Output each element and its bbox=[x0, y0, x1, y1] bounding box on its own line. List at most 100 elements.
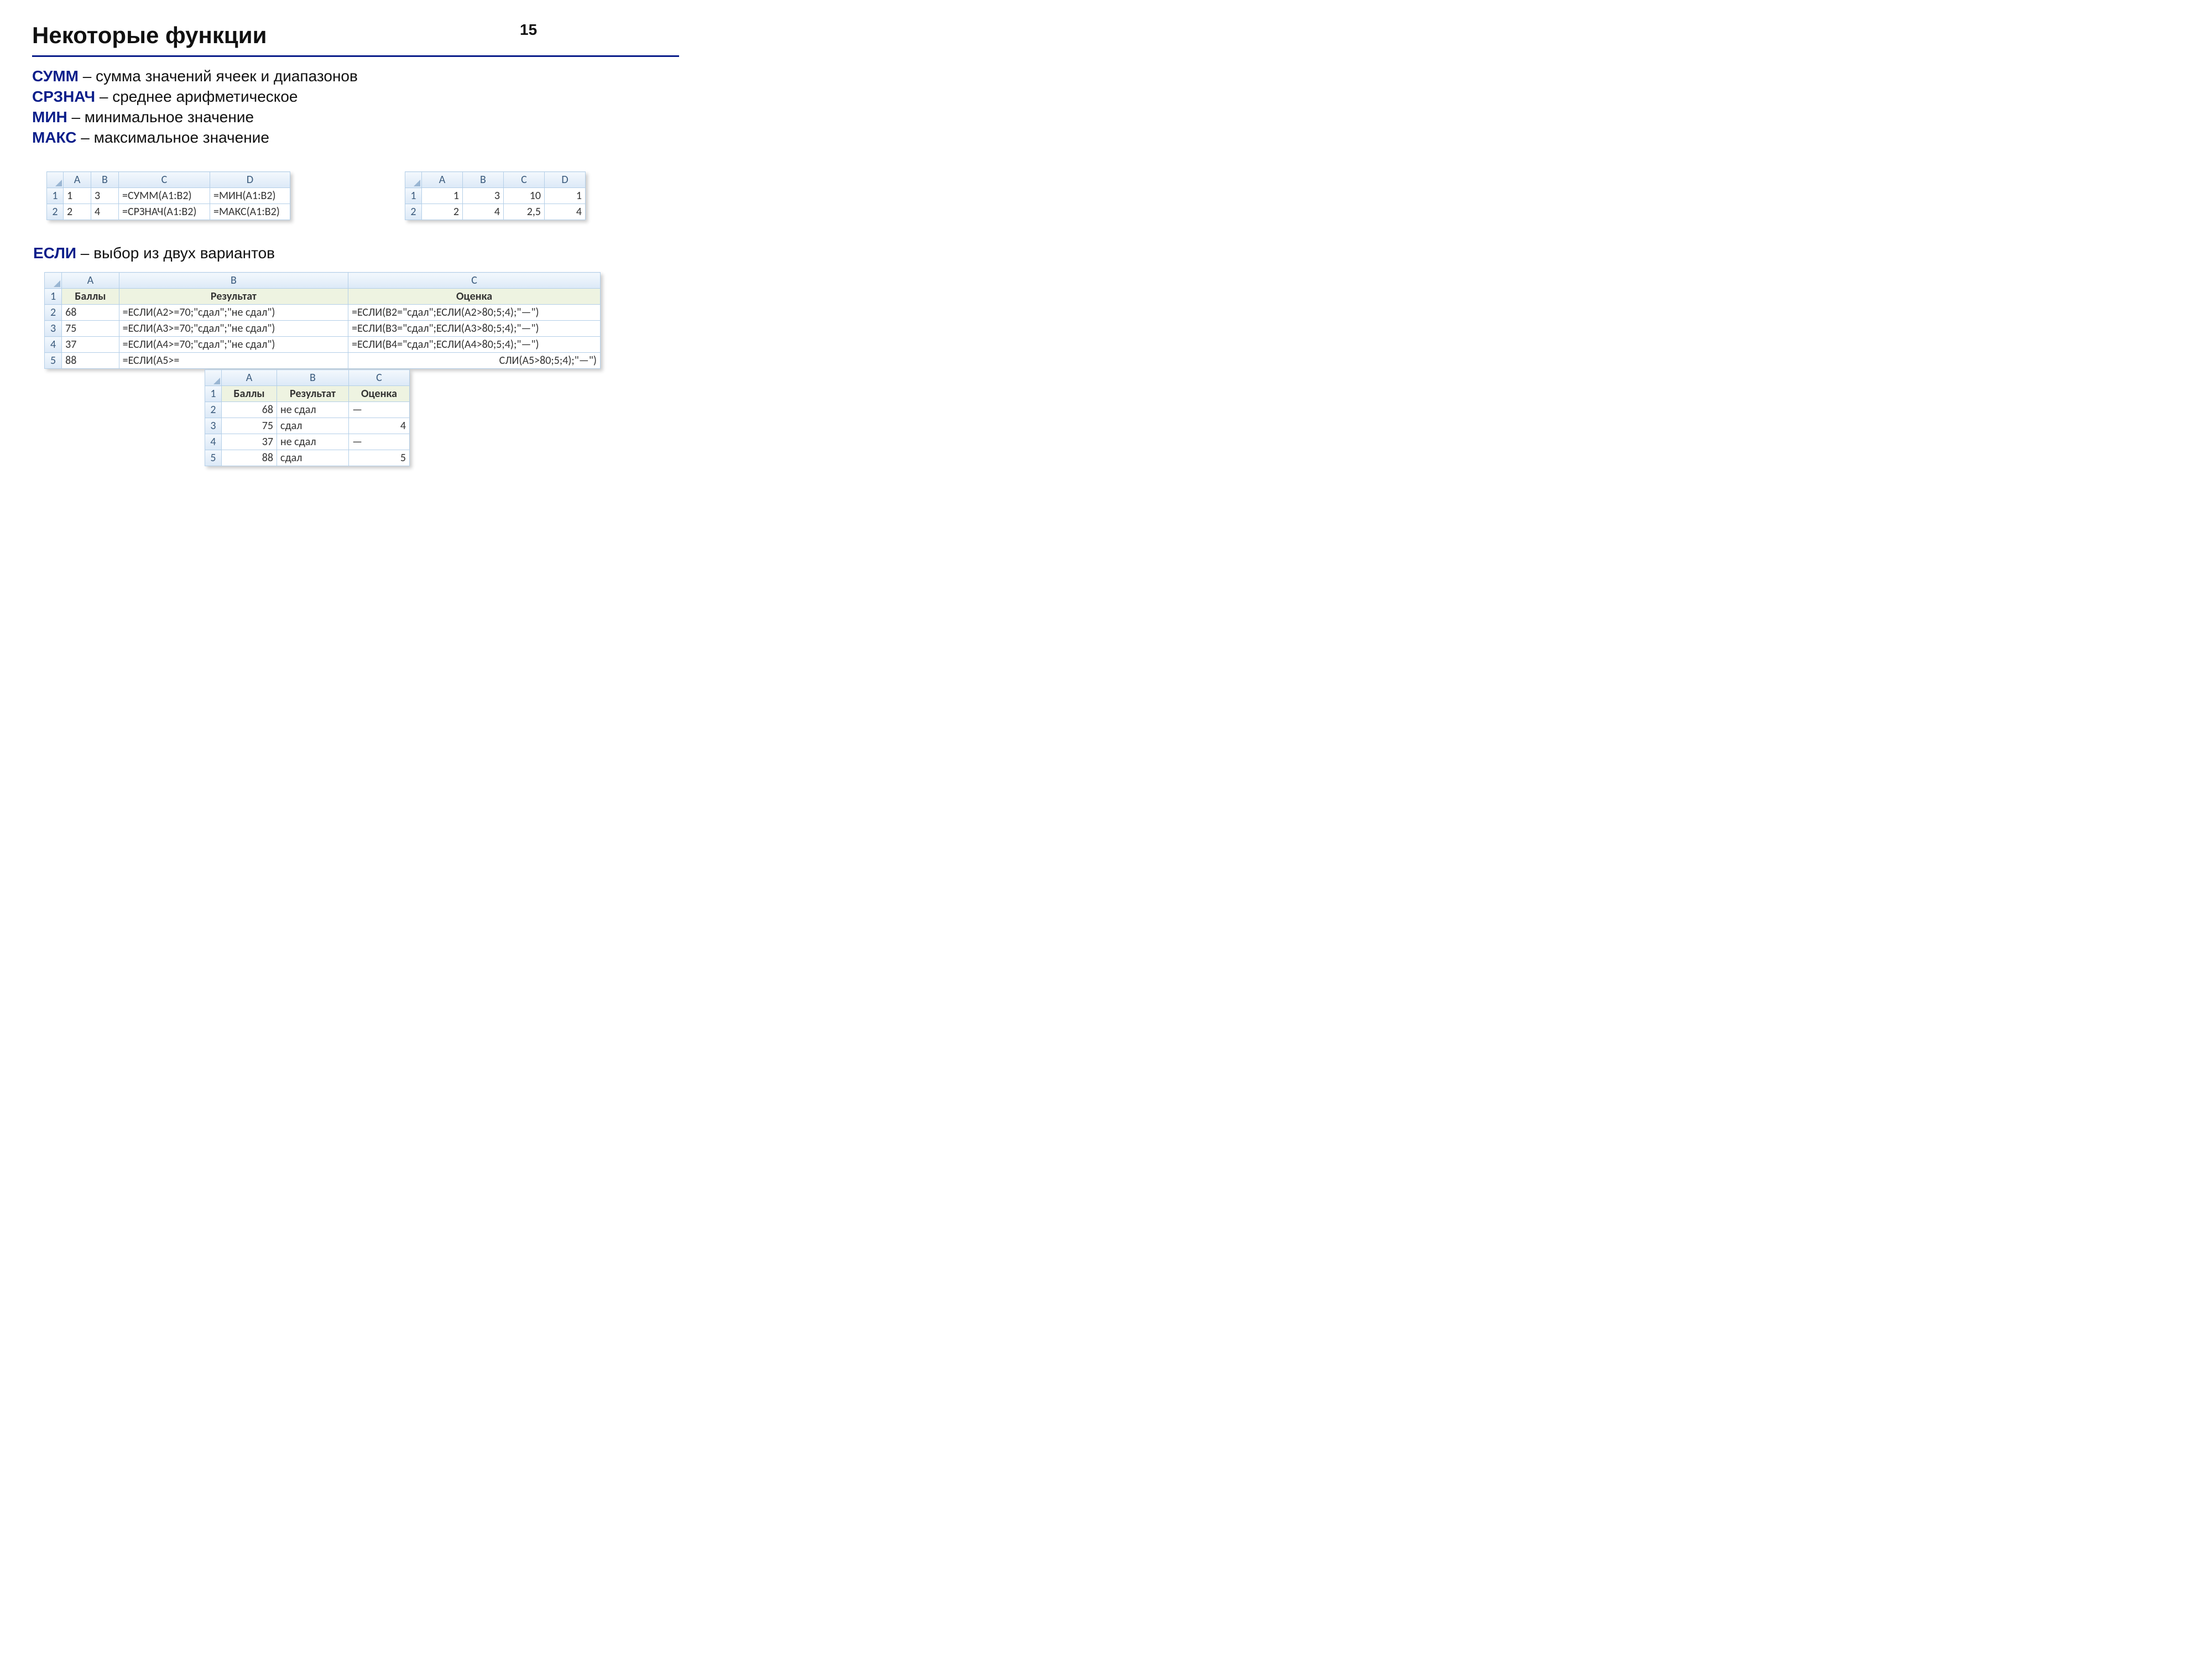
def-sum: СУММ – сумма значений ячеек и диапазонов bbox=[32, 66, 358, 87]
cell: =ЕСЛИ(B3="сдал";ЕСЛИ(A3>80;5;4);"—") bbox=[348, 321, 601, 337]
cell: 2 bbox=[422, 204, 463, 220]
cell: — bbox=[349, 434, 410, 450]
header-cell: Баллы bbox=[222, 386, 277, 402]
cell: =ЕСЛИ(B2="сдал";ЕСЛИ(A2>80;5;4);"—") bbox=[348, 305, 601, 321]
table-row: 2 68 не сдал — bbox=[205, 402, 410, 418]
def-if: ЕСЛИ – выбор из двух вариантов bbox=[33, 244, 275, 262]
table-row: 5 88 сдал 5 bbox=[205, 450, 410, 466]
table-row: 3 75 =ЕСЛИ(A3>=70;"сдал";"не сдал") =ЕСЛ… bbox=[45, 321, 601, 337]
row-num: 2 bbox=[205, 402, 222, 418]
table-results: A B C D 1 1 3 10 1 2 2 4 2,5 4 bbox=[405, 171, 586, 220]
row-num: 3 bbox=[45, 321, 62, 337]
col-B: B bbox=[277, 370, 349, 386]
col-A: A bbox=[62, 273, 119, 289]
cell: 37 bbox=[62, 337, 119, 353]
row-num: 3 bbox=[205, 418, 222, 434]
kw-sum: СУММ bbox=[32, 67, 79, 85]
page-number: 15 bbox=[520, 21, 537, 39]
corner-cell bbox=[47, 172, 64, 188]
cell: 5 bbox=[349, 450, 410, 466]
table-row: 1 Баллы Результат Оценка bbox=[205, 386, 410, 402]
table-if-formulas: A B C 1 Баллы Результат Оценка 2 68 =ЕСЛ… bbox=[44, 272, 601, 369]
table-row: 1 1 3 =СУММ(A1:B2) =МИН(A1:B2) bbox=[47, 188, 290, 204]
cell: не сдал bbox=[277, 402, 349, 418]
def-min: МИН – минимальное значение bbox=[32, 107, 358, 128]
cell: 75 bbox=[62, 321, 119, 337]
row-num: 2 bbox=[405, 204, 422, 220]
table-row: 1 1 3 10 1 bbox=[405, 188, 586, 204]
cell: 4 bbox=[91, 204, 119, 220]
col-B: B bbox=[119, 273, 348, 289]
row-num: 1 bbox=[45, 289, 62, 305]
table-row: 5 88 =ЕСЛИ(A5>= СЛИ(A5>80;5;4);"—") bbox=[45, 353, 601, 369]
cell: 68 bbox=[62, 305, 119, 321]
col-A: A bbox=[222, 370, 277, 386]
cell: 4 bbox=[463, 204, 504, 220]
header-cell: Оценка bbox=[348, 289, 601, 305]
col-D: D bbox=[545, 172, 586, 188]
corner-cell bbox=[45, 273, 62, 289]
cell: 88 bbox=[222, 450, 277, 466]
cell: 3 bbox=[91, 188, 119, 204]
table-row: 3 75 сдал 4 bbox=[205, 418, 410, 434]
row-num: 4 bbox=[45, 337, 62, 353]
row-num: 1 bbox=[405, 188, 422, 204]
table-if-results: A B C 1 Баллы Результат Оценка 2 68 не с… bbox=[205, 369, 410, 466]
row-num: 4 bbox=[205, 434, 222, 450]
header-cell: Результат bbox=[277, 386, 349, 402]
header-cell: Оценка bbox=[349, 386, 410, 402]
cell: сдал bbox=[277, 450, 349, 466]
cell: сдал bbox=[277, 418, 349, 434]
col-C: C bbox=[348, 273, 601, 289]
cell: — bbox=[349, 402, 410, 418]
cell: не сдал bbox=[277, 434, 349, 450]
table-row: 2 2 4 2,5 4 bbox=[405, 204, 586, 220]
row-num: 2 bbox=[47, 204, 64, 220]
cell: 1 bbox=[64, 188, 91, 204]
cell: 88 bbox=[62, 353, 119, 369]
row-num: 1 bbox=[205, 386, 222, 402]
table-row: 4 37 не сдал — bbox=[205, 434, 410, 450]
col-B: B bbox=[463, 172, 504, 188]
cell: 1 bbox=[422, 188, 463, 204]
cell: =ЕСЛИ(A3>=70;"сдал";"не сдал") bbox=[119, 321, 348, 337]
table-row: 1 Баллы Результат Оценка bbox=[45, 289, 601, 305]
cell: =СУММ(A1:B2) bbox=[119, 188, 210, 204]
cell: 4 bbox=[349, 418, 410, 434]
table-row: 2 68 =ЕСЛИ(A2>=70;"сдал";"не сдал") =ЕСЛ… bbox=[45, 305, 601, 321]
cell: =ЕСЛИ(A4>=70;"сдал";"не сдал") bbox=[119, 337, 348, 353]
desc-max: – максимальное значение bbox=[77, 129, 269, 146]
kw-min: МИН bbox=[32, 108, 67, 126]
desc-avg: – среднее арифметическое bbox=[95, 88, 298, 105]
def-max: МАКС – максимальное значение bbox=[32, 128, 358, 148]
corner-cell bbox=[405, 172, 422, 188]
cell: =СРЗНАЧ(A1:B2) bbox=[119, 204, 210, 220]
cell: 2,5 bbox=[504, 204, 545, 220]
cell: 10 bbox=[504, 188, 545, 204]
cell: 2 bbox=[64, 204, 91, 220]
table-row: 4 37 =ЕСЛИ(A4>=70;"сдал";"не сдал") =ЕСЛ… bbox=[45, 337, 601, 353]
cell: 1 bbox=[545, 188, 586, 204]
cell: 4 bbox=[545, 204, 586, 220]
cell: 75 bbox=[222, 418, 277, 434]
row-num: 5 bbox=[45, 353, 62, 369]
row-num: 1 bbox=[47, 188, 64, 204]
cell: =ЕСЛИ(B4="сдал";ЕСЛИ(A4>80;5;4);"—") bbox=[348, 337, 601, 353]
cell: 3 bbox=[463, 188, 504, 204]
definitions-block: СУММ – сумма значений ячеек и диапазонов… bbox=[32, 66, 358, 148]
kw-if: ЕСЛИ bbox=[33, 244, 76, 262]
desc-if: – выбор из двух вариантов bbox=[76, 244, 275, 262]
col-A: A bbox=[422, 172, 463, 188]
col-C: C bbox=[119, 172, 210, 188]
cell: =МИН(A1:B2) bbox=[210, 188, 290, 204]
cell: 68 bbox=[222, 402, 277, 418]
table-row: 2 2 4 =СРЗНАЧ(A1:B2) =МАКС(A1:B2) bbox=[47, 204, 290, 220]
title-underline bbox=[32, 55, 679, 57]
row-num: 5 bbox=[205, 450, 222, 466]
col-A: A bbox=[64, 172, 91, 188]
kw-max: МАКС bbox=[32, 129, 77, 146]
col-D: D bbox=[210, 172, 290, 188]
row-num: 2 bbox=[45, 305, 62, 321]
kw-avg: СРЗНАЧ bbox=[32, 88, 95, 105]
header-cell: Баллы bbox=[62, 289, 119, 305]
